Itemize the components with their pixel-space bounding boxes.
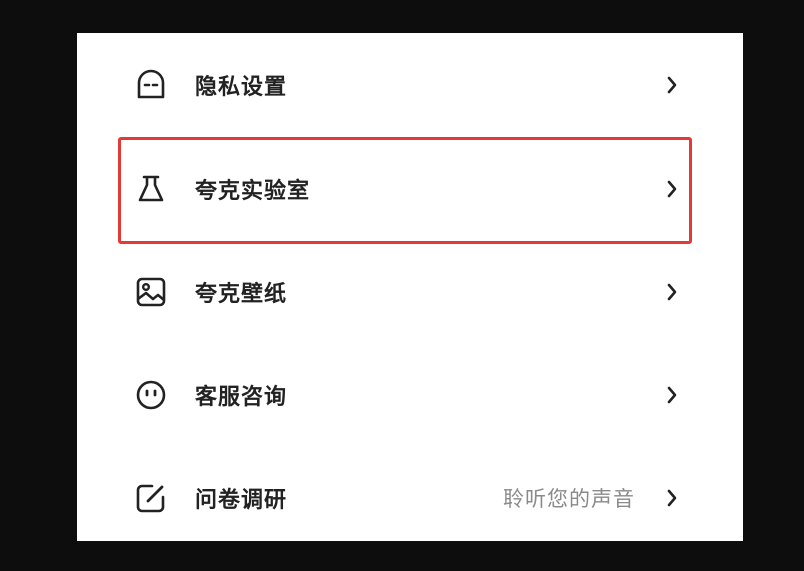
- menu-item-quark-wallpaper[interactable]: 夸克壁纸: [77, 240, 743, 344]
- settings-menu-panel: 隐私设置 夸克实验室 夸克壁纸 客服咨询 问卷调研 聆听您的声音: [77, 33, 743, 541]
- edit-square-icon: [134, 481, 168, 515]
- menu-item-quark-lab[interactable]: 夸克实验室: [77, 137, 743, 241]
- flask-icon: [134, 172, 168, 206]
- chevron-right-icon: [665, 179, 679, 199]
- chevron-right-icon: [665, 488, 679, 508]
- chevron-right-icon: [665, 282, 679, 302]
- menu-item-customer-service[interactable]: 客服咨询: [77, 343, 743, 447]
- image-icon: [134, 275, 168, 309]
- smiley-face-icon: [134, 378, 168, 412]
- menu-item-label: 问卷调研: [195, 488, 288, 513]
- menu-item-label: 隐私设置: [195, 75, 288, 100]
- menu-item-hint: 聆听您的声音: [503, 487, 635, 511]
- chevron-right-icon: [665, 385, 679, 405]
- ghost-face-icon: [134, 68, 168, 102]
- menu-item-survey[interactable]: 问卷调研 聆听您的声音: [77, 446, 743, 550]
- menu-item-label: 夸克实验室: [195, 179, 311, 204]
- menu-item-label: 客服咨询: [195, 385, 288, 410]
- menu-item-label: 夸克壁纸: [195, 282, 288, 307]
- chevron-right-icon: [665, 75, 679, 95]
- menu-item-privacy-settings[interactable]: 隐私设置: [77, 33, 743, 137]
